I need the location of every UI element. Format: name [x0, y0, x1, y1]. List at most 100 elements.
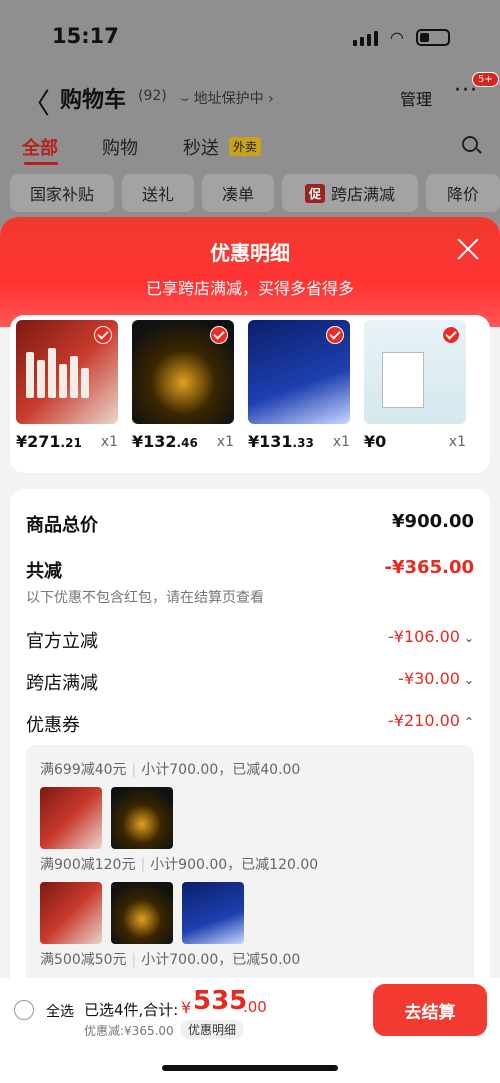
sheet-subtitle: 已享跨店满减，买得多省得多: [145, 279, 354, 298]
cross-store-value-wrap: -¥30.00 ⌄: [398, 669, 474, 688]
select-all-checkbox[interactable]: [14, 1000, 34, 1020]
filter-price-drop[interactable]: 降价: [426, 174, 500, 212]
price-dec: .46: [176, 436, 198, 450]
coupon-row[interactable]: 优惠券 -¥210.00 ⌃: [26, 711, 474, 737]
selected-count: 已选4件,合计:: [84, 1001, 179, 1019]
coupon-rule: 满699减40元: [40, 762, 127, 778]
official-discount-row[interactable]: 官方立减 -¥106.00 ⌄: [26, 627, 474, 653]
price-int: ¥271: [16, 432, 61, 451]
message-badge: 5+: [472, 72, 499, 87]
filter-label: 降价: [446, 185, 479, 204]
tab-all[interactable]: 全部: [22, 134, 58, 160]
manage-button[interactable]: 管理: [400, 86, 432, 110]
product-item[interactable]: ¥0 x1: [364, 320, 466, 451]
product-thumbnail: [111, 882, 173, 944]
takeout-badge: 外卖: [229, 137, 262, 156]
tab-underline: [24, 162, 58, 165]
coupon-detail: 小计700.00，已减40.00: [141, 762, 301, 778]
coupon-detail: 小计900.00，已减120.00: [150, 857, 319, 873]
select-all-label[interactable]: 全选: [46, 1001, 74, 1021]
product-price: ¥132.46: [132, 432, 198, 451]
checkout-button[interactable]: 去结算: [373, 984, 487, 1036]
reduction-label: 共减: [26, 561, 62, 582]
separator: |: [131, 762, 137, 778]
coupon-line: 满699减40元 | 小计700.00，已减40.00: [40, 759, 300, 779]
page-title: 购物车: [60, 88, 127, 113]
product-price: ¥271.21: [16, 432, 82, 451]
search-icon[interactable]: [462, 136, 478, 152]
separator: |: [140, 857, 146, 873]
product-qty: x1: [332, 434, 350, 450]
total-amount: 535: [193, 986, 248, 1016]
status-time: 15:17: [52, 24, 119, 48]
product-qty: x1: [448, 434, 466, 450]
product-bottles: [26, 348, 89, 398]
discount-detail-sheet: 优惠明细 已享跨店满减，买得多省得多 ¥271.21 x1 ¥132.46 x1…: [0, 217, 500, 1083]
promo-icon: 促: [304, 183, 325, 203]
nav-bar: 〈 购物车 (92) ⌣ 地址保护中 › 管理 ··· 5+: [0, 72, 500, 120]
filter-label: 跨店满减: [331, 185, 396, 204]
filter-gift[interactable]: 送礼: [122, 174, 194, 212]
signal-icon: [353, 30, 379, 46]
product-image: [132, 320, 234, 424]
official-label: 官方立减: [26, 631, 98, 652]
battery-icon: [416, 29, 450, 46]
cross-store-row[interactable]: 跨店满减 -¥30.00 ⌄: [26, 669, 474, 695]
status-icons: ◠: [353, 28, 450, 47]
product-item[interactable]: ¥131.33 x1: [248, 320, 350, 451]
product-image: [16, 320, 118, 424]
total-value: ¥900.00: [392, 511, 474, 532]
price-int: ¥132: [132, 432, 177, 451]
coupon-rule: 满500减50元: [40, 952, 127, 968]
price-int: ¥131: [248, 432, 293, 451]
tab-shopping[interactable]: 购物: [102, 134, 138, 160]
wifi-icon: ◠: [390, 28, 404, 47]
coupon-rule: 满900减120元: [40, 857, 136, 873]
total-currency: ¥: [181, 998, 192, 1017]
tab-flash-delivery[interactable]: 秒送: [183, 134, 219, 160]
coupon-value-wrap: -¥210.00 ⌃: [388, 711, 474, 730]
product-price: ¥131.33: [248, 432, 314, 451]
check-icon: [210, 326, 228, 344]
product-thumbnail: [182, 882, 244, 944]
product-thumbnail: [40, 787, 102, 849]
back-icon[interactable]: 〈: [22, 82, 50, 122]
product-qty: x1: [216, 434, 234, 450]
product-qty: x1: [100, 434, 118, 450]
total-row: 商品总价 ¥900.00: [26, 511, 474, 537]
filter-add-on[interactable]: 凑单: [202, 174, 274, 212]
price-dec: .21: [60, 436, 82, 450]
close-icon[interactable]: [456, 237, 480, 261]
product-price: ¥0: [364, 432, 386, 451]
filter-national-subsidy[interactable]: 国家补贴: [10, 174, 114, 212]
cross-store-label: 跨店满减: [26, 673, 98, 694]
product-item[interactable]: ¥132.46 x1: [132, 320, 234, 451]
chevron-up-icon: ⌃: [463, 715, 474, 729]
product-thumbnail: [111, 787, 173, 849]
checkout-bar: 全选 已选4件,合计: ¥ 535 .00 优惠减:¥365.00 优惠明细 去…: [0, 978, 500, 1083]
sheet-header: 优惠明细 已享跨店满减，买得多省得多: [0, 217, 500, 327]
coupon-value: -¥210.00: [388, 711, 460, 730]
product-image: [364, 320, 466, 424]
official-value-wrap: -¥106.00 ⌄: [388, 627, 474, 646]
product-item[interactable]: ¥271.21 x1: [16, 320, 118, 451]
price-int: ¥0: [364, 432, 387, 451]
coupon-detail: 小计700.00，已减50.00: [141, 952, 301, 968]
official-value: -¥106.00: [388, 627, 460, 646]
separator: |: [131, 952, 137, 968]
status-bar: 15:17 ◠: [0, 18, 500, 58]
coupon-label: 优惠券: [26, 715, 80, 736]
chevron-down-icon: ⌄: [463, 631, 474, 645]
check-icon: [94, 326, 112, 344]
product-thumbnail: [40, 882, 102, 944]
cross-store-value: -¥30.00: [398, 669, 460, 688]
coupon-line: 满500减50元 | 小计700.00，已减50.00: [40, 949, 300, 969]
filter-cross-store[interactable]: 促跨店满减: [282, 174, 418, 212]
total-decimal: .00: [243, 998, 267, 1016]
address-protect-link[interactable]: ⌣ 地址保护中 ›: [180, 88, 274, 108]
cart-count: (92): [138, 88, 167, 104]
filter-label: 送礼: [141, 185, 174, 204]
discount-note: 优惠减:¥365.00: [84, 1024, 174, 1038]
cart-tabs: 全部 购物 秒送 外卖: [0, 134, 500, 165]
discount-detail-button[interactable]: 优惠明细: [180, 1020, 245, 1039]
